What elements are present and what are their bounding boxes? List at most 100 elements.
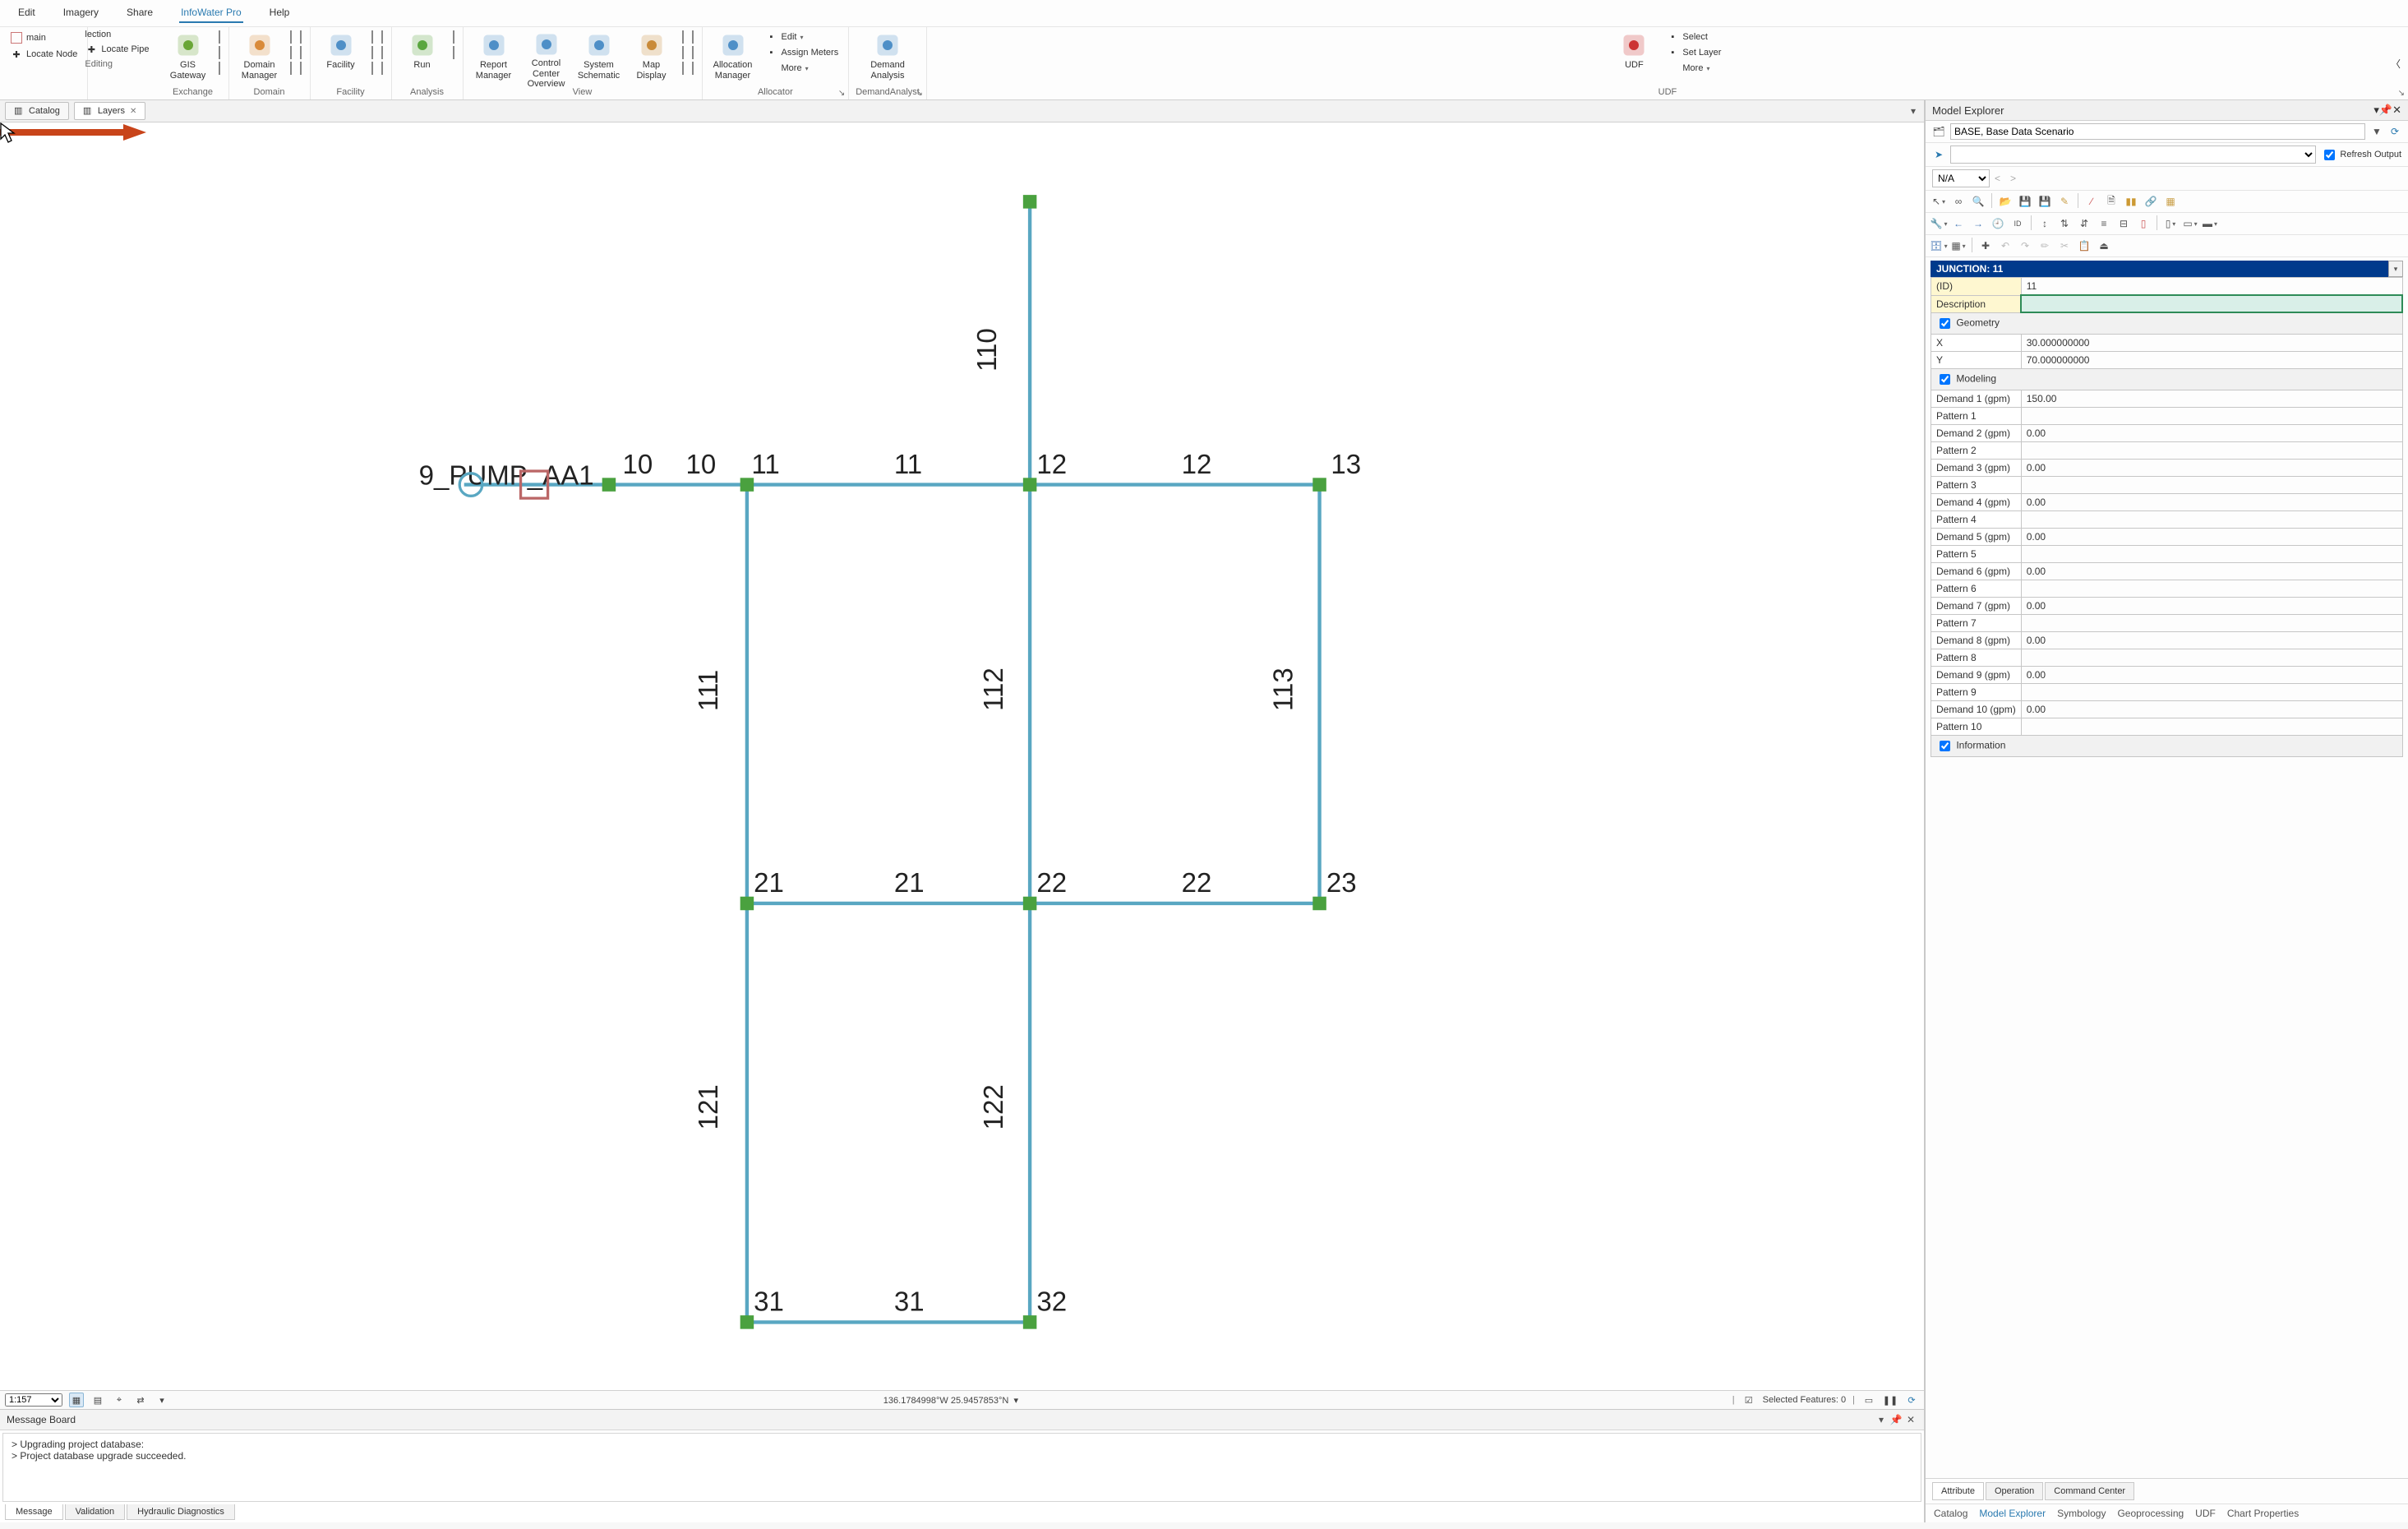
edit-icon[interactable]: ✎ [2056, 193, 2073, 210]
ribbon-small-analysis-0[interactable] [453, 31, 454, 43]
dyn-icon[interactable]: ⇄ [133, 1393, 148, 1407]
pin2-icon[interactable]: ⏏ [2096, 238, 2112, 254]
prop-value[interactable]: 0.00 [2021, 563, 2402, 580]
ribbon-small-facility-4[interactable] [381, 47, 383, 58]
prop-value[interactable] [2021, 546, 2402, 563]
ribbon-small-domain-4[interactable] [300, 47, 302, 58]
prop-group-information[interactable]: Information [1931, 736, 2403, 757]
ribbon-small-domain-5[interactable] [300, 62, 302, 74]
add-icon[interactable]: ✚ [1977, 238, 1994, 254]
eraser-icon[interactable]: ∕ [2083, 193, 2100, 210]
ribbon-small-exchange-0[interactable] [219, 31, 220, 43]
ribbon-small-view-1[interactable] [682, 47, 684, 58]
close-icon[interactable]: ✕ [2392, 104, 2401, 117]
prop-value[interactable] [2021, 718, 2402, 736]
id-icon[interactable]: ID [2009, 215, 2026, 232]
grid2-icon[interactable]: ▤ [90, 1393, 105, 1407]
ribbon-btn-more[interactable]: More ▾ [1663, 61, 1724, 76]
ribbon-btn-edit[interactable]: ▪Edit ▾ [762, 30, 842, 44]
chevron-down-icon[interactable]: ▼ [2370, 125, 2383, 138]
t-icon-4[interactable]: ≡ [2096, 215, 2112, 232]
t-icon-5[interactable]: ⊟ [2115, 215, 2132, 232]
brush-icon[interactable]: ✏ [2037, 238, 2053, 254]
prop-value[interactable]: 0.00 [2021, 494, 2402, 511]
save-alt-icon[interactable]: 💾 [2037, 193, 2053, 210]
dd-icon[interactable]: ▾ [155, 1393, 169, 1407]
prop-value[interactable]: 11 [2021, 278, 2402, 296]
ribbon-btn-facility[interactable]: Facility [317, 29, 365, 83]
panel-tab-catalog[interactable]: Catalog [1934, 1508, 1967, 1519]
barchart-icon[interactable]: ▮▮ [2123, 193, 2139, 210]
dialog-launcher-icon[interactable]: ↘ [916, 89, 922, 98]
t-icon-9[interactable]: ▬ [2202, 215, 2218, 232]
ribbon-small-facility-3[interactable] [381, 31, 383, 43]
ribbon-small-view-5[interactable] [692, 62, 694, 74]
ribbon-btn-locate-pipe[interactable]: ✚Locate Pipe [81, 42, 152, 57]
ribbon-small-domain-1[interactable] [290, 47, 292, 58]
menu-share[interactable]: Share [125, 3, 155, 23]
t-icon-8[interactable]: ▭ [2182, 215, 2198, 232]
prop-value[interactable] [2021, 408, 2402, 425]
prop-value[interactable]: 0.00 [2021, 529, 2402, 546]
ribbon-btn-locate-node[interactable]: ✚Locate Node [7, 47, 81, 62]
menu-edit[interactable]: Edit [16, 3, 37, 23]
pause-icon[interactable]: ❚❚ [1883, 1393, 1898, 1407]
redo-icon[interactable]: ↷ [2017, 238, 2033, 254]
panel-tab-model-explorer[interactable]: Model Explorer [1979, 1508, 2046, 1519]
prop-value[interactable]: 0.00 [2021, 667, 2402, 684]
msg-tab-message[interactable]: Message [5, 1504, 63, 1520]
status-btn-1[interactable]: ▭ [1861, 1393, 1876, 1407]
paste-icon[interactable]: 📋 [2076, 238, 2092, 254]
menu-help[interactable]: Help [268, 3, 292, 23]
arrow-left-icon[interactable]: ← [1950, 215, 1967, 232]
selected-element-input[interactable] [1931, 261, 2388, 277]
scenario-input[interactable] [1950, 123, 2365, 140]
menu-imagery[interactable]: Imagery [62, 3, 100, 23]
ribbon-btn-set-layer[interactable]: ▪Set Layer [1663, 45, 1724, 60]
ribbon-btn-selection-trunc[interactable]: lection [81, 29, 114, 40]
t-icon-7[interactable]: ▯ [2162, 215, 2179, 232]
clock-icon[interactable]: 🕘 [1990, 215, 2006, 232]
prop-value[interactable] [2021, 684, 2402, 701]
map-canvas[interactable]: 110 9_PUMP_AA1 10 10 11 11 12 12 13 111 … [0, 122, 1924, 1390]
property-grid[interactable]: (ID)11Description GeometryX30.000000000Y… [1931, 277, 2403, 757]
snap-icon[interactable]: ⌖ [112, 1393, 127, 1407]
tab-layers[interactable]: ▥Layers✕ [74, 102, 145, 120]
ribbon-btn-demand-analysis[interactable]: DemandAnalysis [864, 29, 911, 83]
t-icon-1[interactable]: ↕ [2037, 215, 2053, 232]
panel-tab-chart-properties[interactable]: Chart Properties [2227, 1508, 2299, 1519]
prop-value[interactable] [2021, 442, 2402, 460]
page-icon[interactable]: 🗎 [2103, 193, 2120, 210]
t-icon-2[interactable]: ⇅ [2056, 215, 2073, 232]
save-icon[interactable]: 💾 [2017, 193, 2033, 210]
prop-group-geometry[interactable]: Geometry [1931, 312, 2403, 335]
ribbon-btn-gis-gateway[interactable]: GISGateway [164, 29, 212, 83]
ribbon-small-domain-2[interactable] [290, 62, 292, 74]
prop-value[interactable]: 30.000000000 [2021, 335, 2402, 352]
prop-value[interactable] [2021, 295, 2402, 312]
ribbon-btn-domain-manager[interactable]: DomainManager [236, 29, 284, 83]
refresh-icon[interactable]: ⟳ [1904, 1393, 1919, 1407]
ribbon-btn-assign-meters[interactable]: ▪Assign Meters [762, 45, 842, 60]
arrow-right-icon[interactable]: → [1970, 215, 1986, 232]
db-icon[interactable]: 🗄 [1931, 238, 1947, 254]
explorer-tab-attribute[interactable]: Attribute [1932, 1482, 1984, 1500]
prop-value[interactable]: 0.00 [2021, 598, 2402, 615]
prop-value[interactable] [2021, 511, 2402, 529]
ribbon-btn-more[interactable]: More ▾ [762, 61, 842, 76]
prop-value[interactable]: 150.00 [2021, 390, 2402, 408]
prop-value[interactable] [2021, 615, 2402, 632]
close-icon[interactable]: ✕ [130, 107, 136, 116]
ribbon-btn-allocation-manager[interactable]: AllocationManager [709, 29, 757, 83]
ribbon-btn-select[interactable]: ▪Select [1663, 30, 1724, 44]
ribbon-small-analysis-1[interactable] [453, 47, 454, 58]
ribbon-small-exchange-2[interactable] [219, 62, 220, 74]
panel-tab-symbology[interactable]: Symbology [2057, 1508, 2106, 1519]
ribbon-small-view-4[interactable] [692, 47, 694, 58]
pointer-icon[interactable]: ↖ [1931, 193, 1947, 210]
ribbon-small-view-0[interactable] [682, 31, 684, 43]
menu-infowater-pro[interactable]: InfoWater Pro [179, 3, 243, 23]
grid-icon[interactable]: ▦ [69, 1393, 84, 1407]
ribbon-btn-system-schematic[interactable]: SystemSchematic [575, 29, 623, 83]
ribbon-btn-run[interactable]: Run [399, 29, 446, 83]
